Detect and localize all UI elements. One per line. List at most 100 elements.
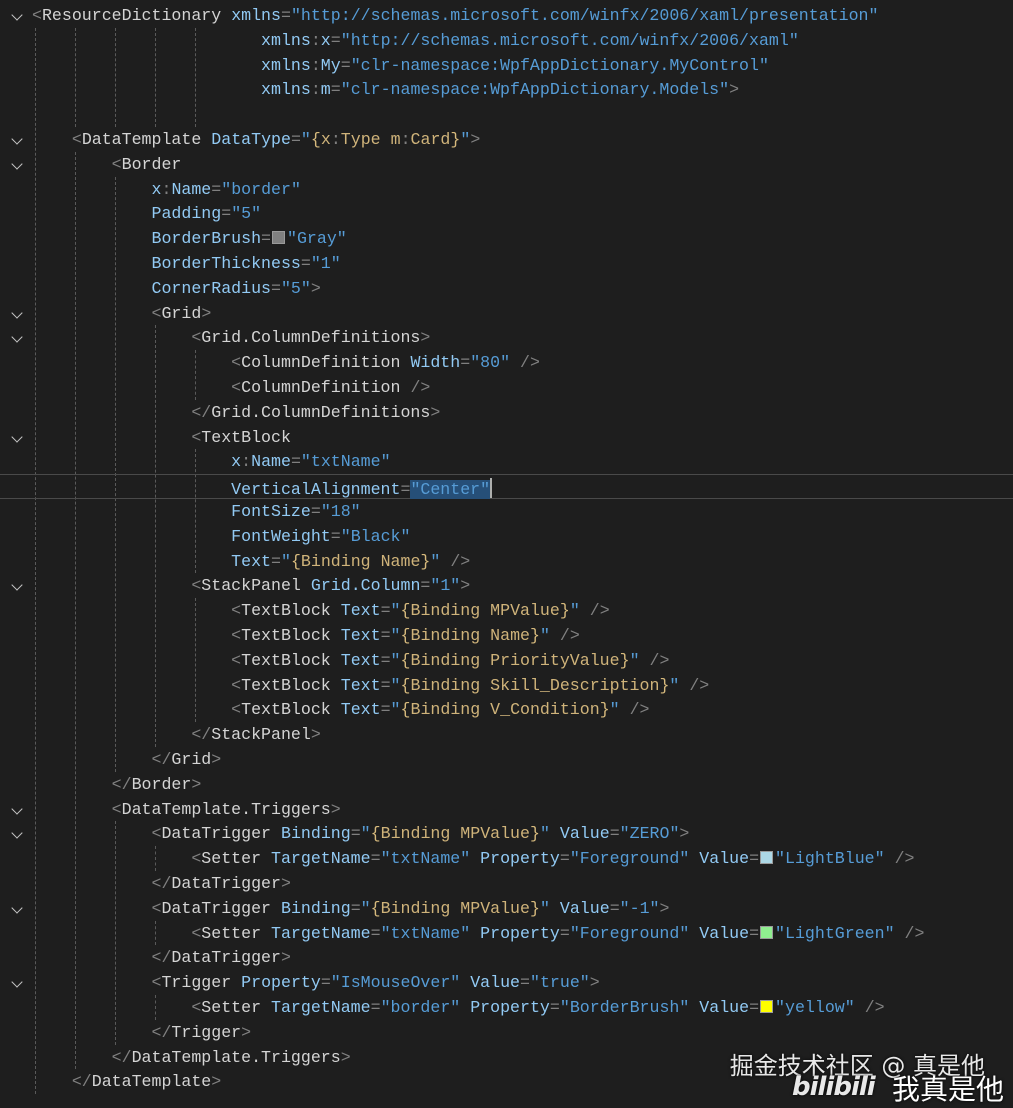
code-line[interactable]: xmlns:x="http://schemas.microsoft.com/wi… (0, 28, 1013, 53)
code-line[interactable]: <Grid.ColumnDefinitions> (0, 325, 1013, 350)
code-line[interactable]: <Setter TargetName="txtName" Property="F… (0, 846, 1013, 871)
code-text: BorderBrush= "Gray" (32, 226, 347, 251)
code-line[interactable]: <TextBlock Text="{Binding MPValue}" /> (0, 598, 1013, 623)
code-text: </StackPanel> (32, 722, 320, 747)
token-punct: : (400, 130, 411, 149)
token-attr: Property (480, 849, 560, 869)
fold-chevron-icon[interactable] (11, 158, 23, 170)
code-line[interactable]: BorderThickness="1" (0, 251, 1013, 276)
fold-chevron-icon[interactable] (11, 133, 23, 145)
code-line[interactable]: xmlns:My="clr-namespace:WpfAppDictionary… (0, 53, 1013, 78)
code-text: <TextBlock Text="{Binding Skill_Descript… (32, 673, 709, 698)
code-text: </Grid.ColumnDefinitions> (32, 400, 440, 425)
fold-chevron-icon[interactable] (11, 331, 23, 344)
code-line[interactable]: <Setter TargetName="border" Property="Bo… (0, 995, 1013, 1020)
token-punct: < (111, 154, 122, 174)
code-line[interactable]: </Trigger> (0, 1020, 1013, 1045)
code-text: <DataTemplate DataType="{x:Type m:Card}"… (32, 127, 480, 152)
code-line[interactable]: x:Name="txtName" (0, 449, 1013, 474)
code-editor[interactable]: <ResourceDictionary xmlns="http://schema… (0, 0, 1013, 1106)
token-punct: > (330, 799, 341, 819)
code-line[interactable]: </Grid.ColumnDefinitions> (0, 400, 1013, 425)
code-line[interactable]: FontSize="18" (0, 499, 1013, 524)
code-line[interactable]: Padding="5" (0, 201, 1013, 226)
code-line[interactable]: <ColumnDefinition Width="80" /> (0, 350, 1013, 375)
fold-chevron-icon[interactable] (11, 802, 23, 815)
code-line[interactable]: <TextBlock Text="{Binding Skill_Descript… (0, 673, 1013, 698)
token-punct: = (261, 229, 272, 249)
fold-chevron-icon[interactable] (11, 902, 23, 914)
token-punct: > (211, 1072, 222, 1092)
code-line[interactable]: Text="{Binding Name}" /> (0, 549, 1013, 574)
code-text: <ColumnDefinition Width="80" /> (32, 350, 540, 375)
code-line[interactable]: <TextBlock (0, 425, 1013, 450)
code-line[interactable]: <Trigger Property="IsMouseOver" Value="t… (0, 970, 1013, 995)
token-str: "Foreground" (569, 849, 690, 869)
token-str: " (360, 898, 371, 918)
token-attr: Text (231, 551, 272, 571)
token-punct: > (430, 402, 441, 422)
token-attr: Text (340, 601, 381, 621)
code-line[interactable]: <DataTrigger Binding="{Binding MPValue}"… (0, 821, 1013, 846)
color-swatch-icon[interactable] (760, 851, 774, 865)
code-line[interactable]: <Grid> (0, 301, 1013, 326)
code-line[interactable]: <ColumnDefinition /> (0, 375, 1013, 400)
code-line[interactable]: <TextBlock Text="{Binding V_Condition}" … (0, 697, 1013, 722)
token-punct: = (310, 502, 321, 521)
fold-chevron-icon[interactable] (11, 976, 23, 988)
code-line[interactable]: <DataTemplate DataType="{x:Type m:Card}"… (0, 127, 1013, 152)
code-line[interactable]: <StackPanel Grid.Column="1"> (0, 573, 1013, 598)
color-swatch-icon[interactable] (760, 925, 774, 939)
code-line[interactable]: <TextBlock Text="{Binding PriorityValue}… (0, 648, 1013, 673)
code-line[interactable] (0, 102, 1013, 127)
code-line[interactable]: BorderBrush= "Gray" (0, 226, 1013, 251)
fold-chevron-icon[interactable] (11, 827, 23, 840)
code-line[interactable]: <ResourceDictionary xmlns="http://schema… (0, 3, 1013, 28)
token-punct: = (330, 80, 341, 100)
token-attr: Name (171, 179, 212, 199)
code-line[interactable]: CornerRadius="5"> (0, 276, 1013, 301)
code-line[interactable]: <DataTrigger Binding="{Binding MPValue}"… (0, 896, 1013, 921)
code-line[interactable]: FontWeight="Black" (0, 524, 1013, 549)
code-text: xmlns:x="http://schemas.microsoft.com/wi… (32, 28, 799, 53)
code-line[interactable]: x:Name="border" (0, 177, 1013, 202)
code-line[interactable]: <DataTemplate.Triggers> (0, 797, 1013, 822)
code-line[interactable]: </DataTrigger> (0, 871, 1013, 896)
fold-chevron-icon[interactable] (11, 306, 23, 319)
token-punct: /> (450, 551, 471, 571)
token-str: " (669, 675, 680, 695)
color-swatch-icon[interactable] (760, 1000, 774, 1013)
token-tag: Border (121, 154, 182, 174)
token-punct: > (280, 874, 291, 893)
fold-chevron-icon[interactable] (11, 430, 23, 443)
code-text: FontSize="18" (32, 499, 360, 524)
token-punct: < (231, 378, 242, 397)
code-line[interactable]: <Border (0, 152, 1013, 177)
color-swatch-icon[interactable] (272, 231, 286, 245)
fold-chevron-icon[interactable] (11, 9, 23, 21)
token-punct: = (609, 824, 620, 844)
code-line[interactable]: xmlns:m="clr-namespace:WpfAppDictionary.… (0, 77, 1013, 102)
code-line[interactable]: </Grid> (0, 747, 1013, 772)
code-line[interactable]: <Setter TargetName="txtName" Property="F… (0, 921, 1013, 946)
code-text: </DataTemplate.Triggers> (32, 1045, 351, 1070)
code-text: <TextBlock Text="{Binding V_Condition}" … (32, 697, 649, 722)
code-line[interactable]: VerticalAlignment="Center" (0, 474, 1013, 500)
code-line[interactable]: </DataTrigger> (0, 945, 1013, 970)
token-attr: FontWeight (231, 526, 331, 546)
token-punct: /> (589, 601, 610, 621)
fold-chevron-icon[interactable] (11, 579, 23, 592)
code-line[interactable]: <TextBlock Text="{Binding Name}" /> (0, 623, 1013, 648)
token-brace: { (290, 551, 301, 571)
code-line[interactable]: </Border> (0, 772, 1013, 797)
code-line[interactable]: </StackPanel> (0, 722, 1013, 747)
